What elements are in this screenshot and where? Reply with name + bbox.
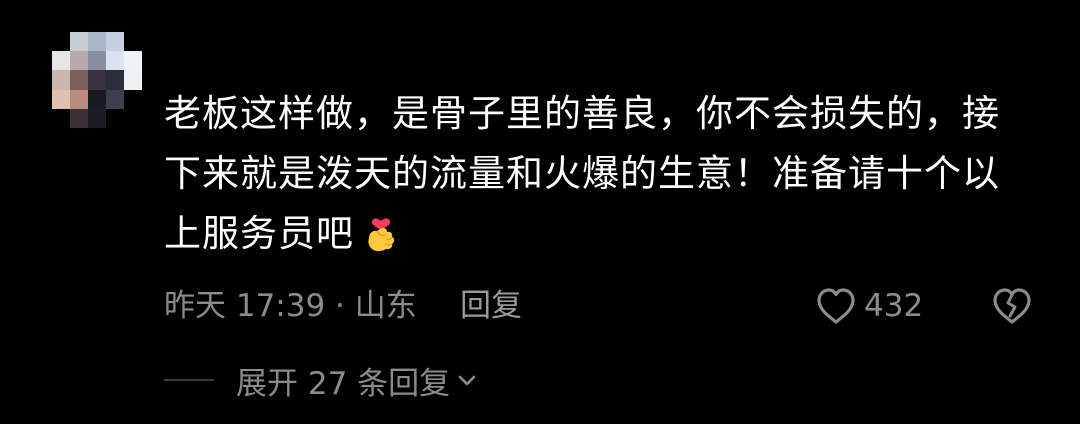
comment-line: 下来就是泼天的流量和火爆的生意！准备请十个以 — [164, 152, 1000, 195]
broken-heart-icon[interactable] — [990, 286, 1034, 326]
expand-replies-label: 展开 27 条回复 — [236, 365, 451, 402]
like-button[interactable]: 432 — [814, 280, 923, 332]
avatar[interactable] — [52, 32, 142, 128]
comment-line: 老板这样做，是骨子里的善良，你不会损失的，接 — [164, 92, 1000, 135]
heart-outline-icon — [817, 288, 855, 324]
finger-heart-emoji-icon — [360, 208, 402, 254]
comment-line: 上服务员吧 — [164, 204, 1044, 264]
chevron-down-icon — [458, 375, 476, 386]
comment-line-text: 上服务员吧 — [164, 212, 354, 255]
divider — [164, 379, 214, 381]
comment-text: 老板这样做，是骨子里的善良，你不会损失的，接 下来就是泼天的流量和火爆的生意！准… — [164, 84, 1044, 264]
reply-button[interactable]: 回复 — [460, 280, 522, 332]
like-count: 432 — [864, 288, 924, 324]
comment-meta: 昨天 17:39 · 山东 回复 432 — [164, 280, 1044, 332]
timestamp-location: 昨天 17:39 · 山东 — [164, 288, 417, 324]
expand-replies-button[interactable]: 展开 27 条回复 — [164, 356, 478, 404]
